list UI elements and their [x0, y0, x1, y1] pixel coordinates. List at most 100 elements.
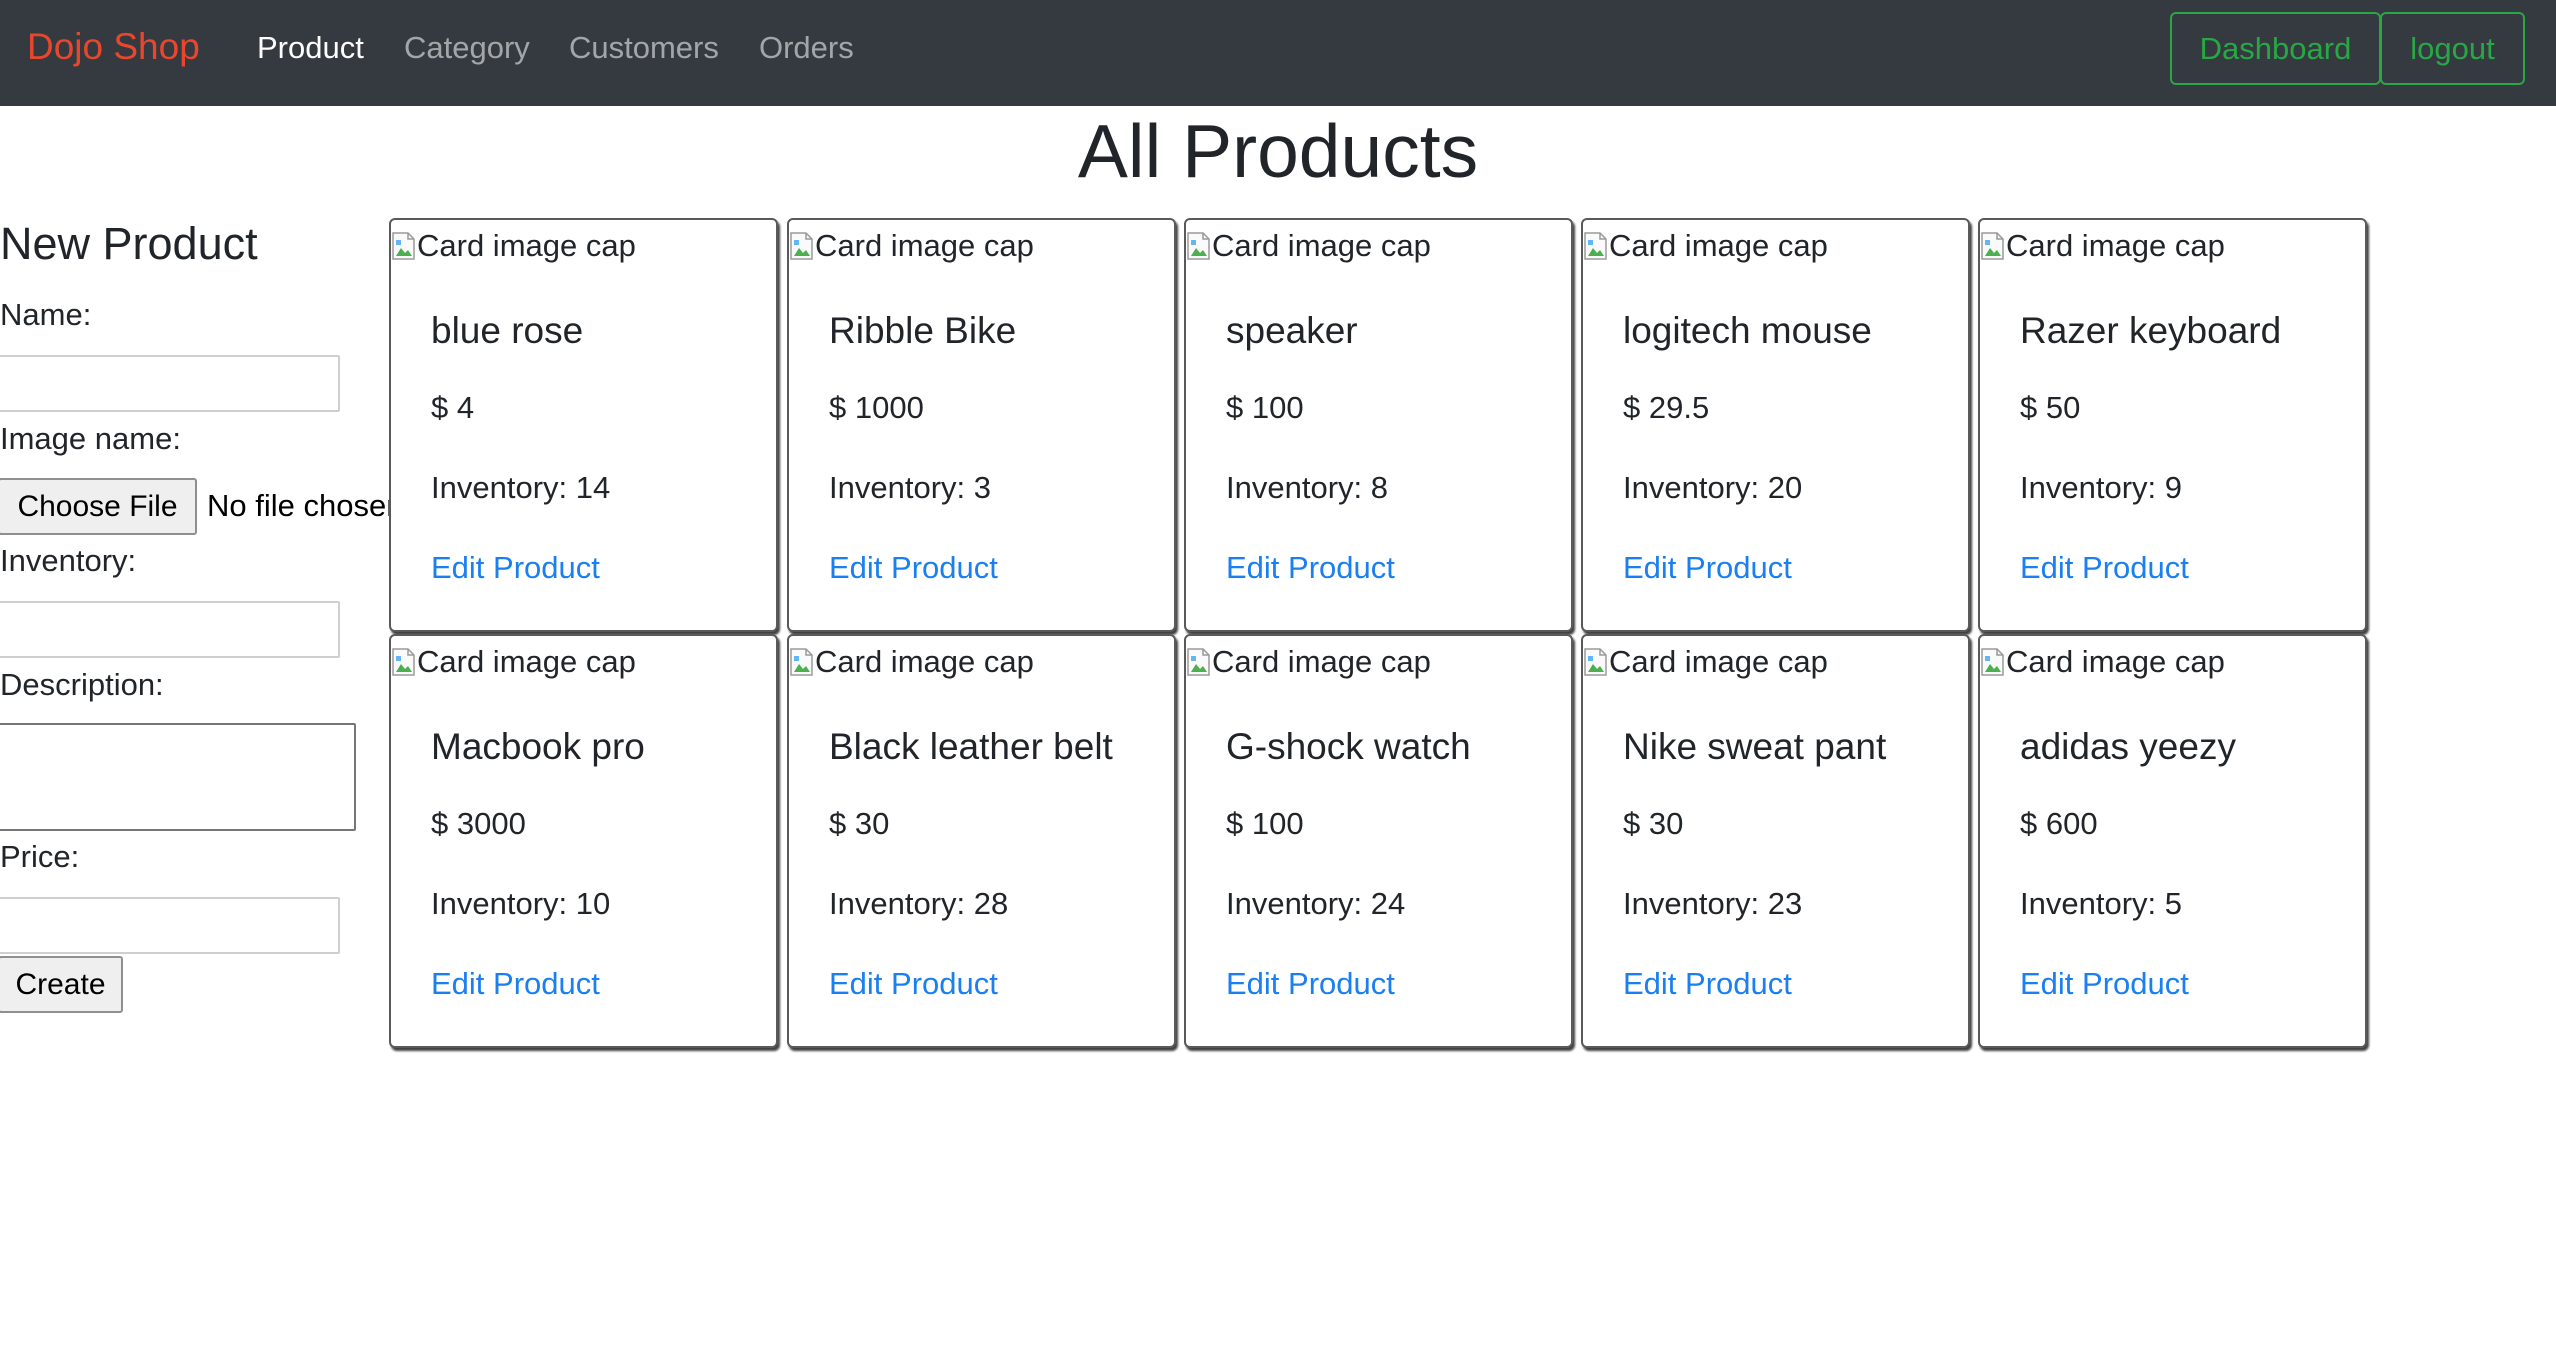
form-title: New Product — [0, 218, 258, 269]
price-input[interactable] — [0, 897, 340, 954]
product-price: $ 1000 — [829, 390, 924, 425]
card-image-alt: Card image cap — [417, 644, 636, 679]
card-image: Card image cap — [1583, 228, 1828, 264]
product-price: $ 3000 — [431, 806, 526, 841]
product-inventory: Inventory: 23 — [1623, 886, 1803, 921]
product-card: Card image cap Macbook pro $ 3000 Invent… — [389, 634, 778, 1048]
create-button[interactable]: Create — [0, 956, 123, 1013]
product-inventory: Inventory: 9 — [2020, 470, 2182, 505]
product-price: $ 100 — [1226, 390, 1304, 425]
card-image-alt: Card image cap — [1609, 644, 1828, 679]
navbar: Dojo Shop Product Category Customers Ord… — [0, 0, 2556, 106]
product-name: blue rose — [431, 310, 584, 351]
nav-link-product[interactable]: Product — [257, 30, 364, 66]
description-textarea[interactable] — [0, 723, 356, 831]
product-inventory: Inventory: 20 — [1623, 470, 1803, 505]
broken-image-icon — [1186, 231, 1212, 261]
card-image-alt: Card image cap — [1212, 644, 1431, 679]
card-image: Card image cap — [789, 644, 1034, 680]
edit-product-link[interactable]: Edit Product — [431, 550, 600, 586]
product-card: Card image cap Black leather belt $ 30 I… — [787, 634, 1176, 1048]
edit-product-link[interactable]: Edit Product — [829, 966, 998, 1002]
choose-file-button[interactable]: Choose File — [0, 478, 197, 535]
product-name: G-shock watch — [1226, 726, 1471, 767]
product-inventory: Inventory: 8 — [1226, 470, 1388, 505]
nav-link-orders[interactable]: Orders — [759, 30, 854, 66]
product-name: Nike sweat pant — [1623, 726, 1887, 767]
broken-image-icon — [1980, 231, 2006, 261]
edit-product-link[interactable]: Edit Product — [2020, 966, 2189, 1002]
edit-product-link[interactable]: Edit Product — [2020, 550, 2189, 586]
product-inventory: Inventory: 24 — [1226, 886, 1406, 921]
card-image: Card image cap — [1186, 228, 1431, 264]
description-label: Description: — [0, 667, 164, 702]
card-image: Card image cap — [1980, 228, 2225, 264]
card-image: Card image cap — [1186, 644, 1431, 680]
product-name: logitech mouse — [1623, 310, 1872, 351]
image-name-label: Image name: — [0, 421, 181, 456]
card-image: Card image cap — [391, 228, 636, 264]
product-name: Black leather belt — [829, 726, 1113, 767]
file-status-text: No file chosen — [207, 488, 392, 523]
logout-button[interactable]: logout — [2380, 12, 2525, 85]
broken-image-icon — [1980, 647, 2006, 677]
edit-product-link[interactable]: Edit Product — [431, 966, 600, 1002]
inventory-input[interactable] — [0, 601, 340, 658]
broken-image-icon — [789, 231, 815, 261]
product-name: speaker — [1226, 310, 1358, 351]
price-label: Price: — [0, 839, 80, 874]
broken-image-icon — [1583, 647, 1609, 677]
card-image: Card image cap — [1980, 644, 2225, 680]
product-inventory: Inventory: 3 — [829, 470, 991, 505]
product-inventory: Inventory: 5 — [2020, 886, 2182, 921]
card-image-alt: Card image cap — [1609, 228, 1828, 263]
edit-product-link[interactable]: Edit Product — [1623, 966, 1792, 1002]
broken-image-icon — [391, 231, 417, 261]
product-price: $ 600 — [2020, 806, 2098, 841]
card-image-alt: Card image cap — [417, 228, 636, 263]
page-title: All Products — [1077, 109, 1479, 193]
card-image: Card image cap — [789, 228, 1034, 264]
product-price: $ 100 — [1226, 806, 1304, 841]
dashboard-button[interactable]: Dashboard — [2170, 12, 2381, 85]
product-card: Card image cap G-shock watch $ 100 Inven… — [1184, 634, 1573, 1048]
product-name: Razer keyboard — [2020, 310, 2282, 351]
card-image-alt: Card image cap — [815, 228, 1034, 263]
edit-product-link[interactable]: Edit Product — [829, 550, 998, 586]
inventory-label: Inventory: — [0, 543, 137, 578]
broken-image-icon — [789, 647, 815, 677]
card-image-alt: Card image cap — [2006, 644, 2225, 679]
broken-image-icon — [1186, 647, 1212, 677]
product-inventory: Inventory: 10 — [431, 886, 611, 921]
product-card: Card image cap blue rose $ 4 Inventory: … — [389, 218, 778, 632]
card-image-alt: Card image cap — [2006, 228, 2225, 263]
product-price: $ 30 — [829, 806, 890, 841]
name-input[interactable] — [0, 355, 340, 412]
name-label: Name: — [0, 297, 92, 332]
image-file-picker: Choose File No file chosen — [0, 478, 392, 536]
brand-link[interactable]: Dojo Shop — [27, 26, 200, 68]
product-price: $ 50 — [2020, 390, 2081, 425]
product-name: Macbook pro — [431, 726, 645, 767]
product-inventory: Inventory: 28 — [829, 886, 1009, 921]
product-card: Card image cap speaker $ 100 Inventory: … — [1184, 218, 1573, 632]
card-image-alt: Card image cap — [1212, 228, 1431, 263]
card-image: Card image cap — [391, 644, 636, 680]
product-card: Card image cap Razer keyboard $ 50 Inven… — [1978, 218, 2367, 632]
product-price: $ 4 — [431, 390, 475, 425]
nav-link-customers[interactable]: Customers — [569, 30, 719, 66]
product-price: $ 30 — [1623, 806, 1684, 841]
edit-product-link[interactable]: Edit Product — [1226, 550, 1395, 586]
product-price: $ 29.5 — [1623, 390, 1710, 425]
card-image: Card image cap — [1583, 644, 1828, 680]
edit-product-link[interactable]: Edit Product — [1226, 966, 1395, 1002]
product-card: Card image cap logitech mouse $ 29.5 Inv… — [1581, 218, 1970, 632]
broken-image-icon — [391, 647, 417, 677]
product-name: adidas yeezy — [2020, 726, 2236, 767]
product-card: Card image cap adidas yeezy $ 600 Invent… — [1978, 634, 2367, 1048]
nav-link-category[interactable]: Category — [404, 30, 530, 66]
broken-image-icon — [1583, 231, 1609, 261]
edit-product-link[interactable]: Edit Product — [1623, 550, 1792, 586]
product-inventory: Inventory: 14 — [431, 470, 611, 505]
product-name: Ribble Bike — [829, 310, 1017, 351]
